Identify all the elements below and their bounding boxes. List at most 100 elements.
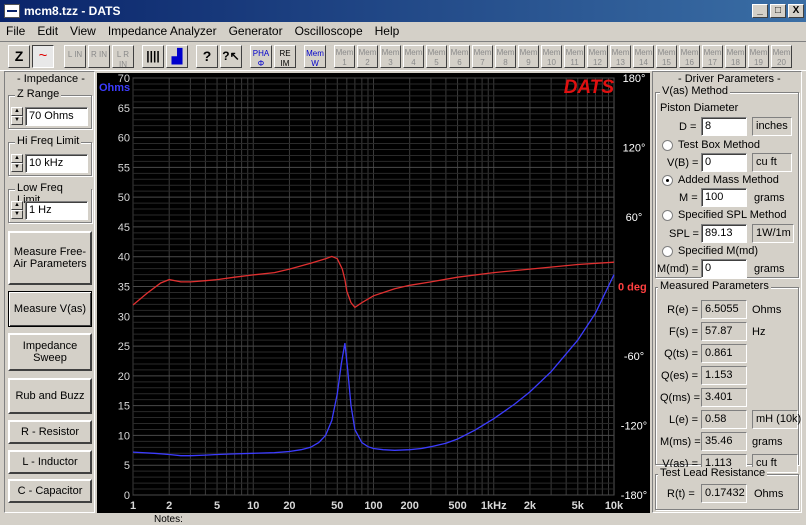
phase-button[interactable]: PHA Φ	[250, 45, 272, 68]
l-inductor-button[interactable]: L - Inductor	[8, 450, 92, 474]
menu-impedance-analyzer[interactable]: Impedance Analyzer	[102, 24, 223, 38]
impedance-sweep-button[interactable]: Impedance Sweep	[8, 333, 92, 371]
impedance-mode-button[interactable]: Z	[8, 45, 30, 68]
mem-slot-1-button[interactable]: Mem 1	[334, 45, 355, 68]
measured-param-unit: Ohms	[752, 304, 782, 316]
mem-slot-label: Mem	[542, 48, 561, 57]
menu-file[interactable]: File	[0, 24, 31, 38]
test-box-radio[interactable]	[662, 140, 673, 151]
mem-slot-12-button[interactable]: Mem 12	[587, 45, 608, 68]
mem-slot-15-button[interactable]: Mem 15	[656, 45, 677, 68]
mmd-label: M(md) =	[657, 263, 699, 275]
added-mass-input[interactable]: 100	[701, 188, 747, 207]
mem-slot-number: 10	[547, 58, 556, 67]
right-in-button[interactable]: R IN	[88, 45, 110, 68]
mem-slot-6-button[interactable]: Mem 6	[449, 45, 470, 68]
mem-slot-number: 5	[434, 58, 439, 67]
mem-slot-number: 4	[411, 58, 416, 67]
spl-input[interactable]: 89.13	[701, 224, 747, 243]
left-right-in-button[interactable]: L R IN	[112, 45, 134, 69]
mem-slot-2-button[interactable]: Mem 2	[357, 45, 378, 68]
piston-diameter-unit: inches	[752, 117, 792, 136]
menu-edit[interactable]: Edit	[31, 24, 64, 38]
phase-tick-label: -120°	[621, 421, 647, 433]
measured-param-name: Q(ms) =	[660, 392, 701, 404]
mem-slot-5-button[interactable]: Mem 5	[426, 45, 447, 68]
y-tick-label: 45	[118, 222, 130, 234]
added-mass-radio[interactable]	[662, 175, 673, 186]
mem-slot-label: Mem	[749, 48, 768, 57]
piston-diameter-input[interactable]: 8	[701, 117, 747, 136]
y-tick-label: 25	[118, 341, 130, 353]
minimize-button[interactable]: _	[752, 4, 768, 18]
specified-mmd-radio[interactable]	[662, 246, 673, 257]
mem-slot-8-button[interactable]: Mem 8	[495, 45, 516, 68]
mem-slot-3-button[interactable]: Mem 3	[380, 45, 401, 68]
mem-slot-7-button[interactable]: Mem 7	[472, 45, 493, 68]
maximize-button[interactable]: □	[770, 4, 786, 18]
r-resistor-button[interactable]: R - Resistor	[8, 420, 92, 444]
phase-tick-label: 0 deg	[618, 282, 647, 294]
vb-label: V(B) =	[667, 157, 699, 169]
measure-free-air-button[interactable]: Measure Free-Air Parameters	[8, 231, 92, 285]
left-in-button[interactable]: L IN	[64, 45, 86, 68]
mem-slot-14-button[interactable]: Mem 14	[633, 45, 654, 68]
menu-oscilloscope[interactable]: Oscilloscope	[289, 24, 369, 38]
low-freq-input[interactable]: 1 Hz	[25, 201, 88, 220]
x-tick-label: 5k	[572, 500, 585, 512]
measure-vas-button[interactable]: Measure V(as)	[8, 291, 92, 327]
menu-view[interactable]: View	[64, 24, 102, 38]
mem-slot-19-button[interactable]: Mem 19	[748, 45, 769, 68]
z-range-label: Z Range	[15, 88, 62, 100]
menu-generator[interactable]: Generator	[223, 24, 289, 38]
low-freq-spinner[interactable]: ▲ ▼	[11, 201, 23, 220]
y-tick-label: 30	[118, 311, 130, 323]
mem-slot-16-button[interactable]: Mem 16	[679, 45, 700, 68]
c-capacitor-button[interactable]: C - Capacitor	[8, 479, 92, 503]
close-button[interactable]: X	[788, 4, 804, 18]
hi-freq-input[interactable]: 10 kHz	[25, 154, 88, 173]
mem-slot-20-button[interactable]: Mem 20	[771, 45, 792, 68]
mem-slot-number: 2	[365, 58, 370, 67]
measured-param-value: 6.5055	[701, 300, 747, 319]
specified-spl-radio[interactable]	[662, 210, 673, 221]
z-range-input[interactable]: 70 Ohms	[25, 107, 88, 126]
mem-slot-9-button[interactable]: Mem 9	[518, 45, 539, 68]
mem-slot-18-button[interactable]: Mem 18	[725, 45, 746, 68]
sine-wave-button[interactable]: ~	[32, 45, 54, 68]
mem-slot-label: Mem	[657, 48, 676, 57]
driver-params-heading: - Driver Parameters -	[678, 73, 781, 85]
vb-input[interactable]: 0	[701, 153, 747, 172]
real-imag-button[interactable]: RE IM	[274, 45, 296, 68]
measured-param-value: 35.46	[701, 432, 747, 451]
vas-method-label: V(as) Method	[660, 85, 731, 97]
hi-freq-spinner[interactable]: ▲ ▼	[11, 154, 23, 173]
mem-slot-13-button[interactable]: Mem 13	[610, 45, 631, 68]
help-button[interactable]: ?	[196, 45, 218, 68]
measured-param-name: Q(ts) =	[664, 348, 698, 360]
rt-unit: Ohms	[754, 488, 784, 500]
z-range-spinner[interactable]: ▲ ▼	[11, 107, 23, 126]
mem-slot-number: 3	[388, 58, 393, 67]
phase-tick-label: 60°	[626, 212, 643, 224]
mem-slot-4-button[interactable]: Mem 4	[403, 45, 424, 68]
y-tick-label: 5	[124, 460, 130, 472]
mem-slot-11-button[interactable]: Mem 11	[564, 45, 585, 68]
mem-slot-number: 18	[731, 58, 740, 67]
context-help-button[interactable]: ?↖	[220, 45, 242, 68]
mmd-input[interactable]: 0	[701, 259, 747, 278]
bars-view-button[interactable]: ||||	[142, 45, 164, 68]
x-tick-label: 2	[166, 500, 172, 512]
mem-slot-label: Mem	[634, 48, 653, 57]
menu-help[interactable]: Help	[369, 24, 406, 38]
notes-label: Notes:	[154, 514, 183, 525]
measured-param-value: 1.153	[701, 366, 747, 385]
histogram-view-button[interactable]: ▟	[166, 45, 188, 68]
measured-param-unit: Hz	[752, 326, 766, 338]
mem-slot-17-button[interactable]: Mem 17	[702, 45, 723, 68]
mem-slot-10-button[interactable]: Mem 10	[541, 45, 562, 68]
mem-write-button[interactable]: Mem W	[304, 45, 326, 68]
mem-slot-number: 9	[526, 58, 531, 67]
mem-slot-label: Mem	[703, 48, 722, 57]
rub-and-buzz-button[interactable]: Rub and Buzz	[8, 378, 92, 414]
